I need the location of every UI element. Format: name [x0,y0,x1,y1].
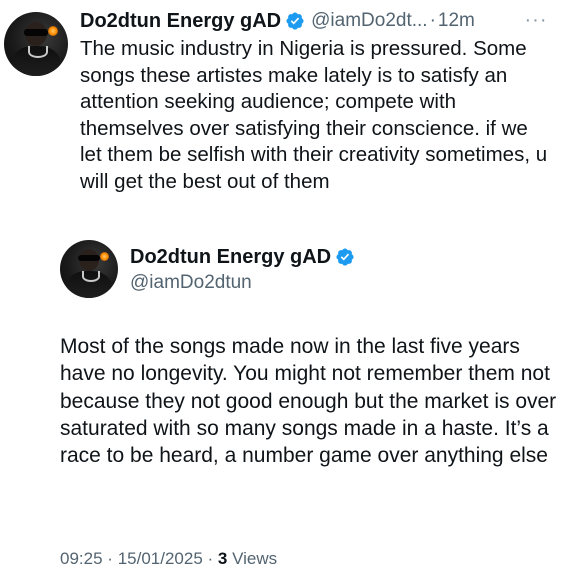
meta-separator: · [207,549,214,568]
quoted-author-handle[interactable]: @iamDo2dtun [130,272,355,294]
tweet-meta: 09:25 · 15/01/2025 · 3 Views [60,549,277,569]
author-avatar[interactable] [4,12,68,76]
header-separator: · [429,10,436,31]
quoted-verified-badge-icon [336,248,354,266]
post-time[interactable]: 09:25 [60,549,103,568]
author-handle[interactable]: @iamDo2dt... [311,10,427,32]
quoted-tweet-text: Most of the songs made now in the last f… [60,335,557,468]
views-count[interactable]: 3 [218,549,227,568]
tweet-header: Do2dtun Energy gAD @iamDo2dt... · 12m [80,6,475,36]
tweet-text: The music industry in Nigeria is pressur… [80,37,548,193]
author-name[interactable]: Do2dtun Energy gAD [80,10,281,33]
more-options-icon[interactable]: ··· [523,8,549,32]
tweet-time-ago[interactable]: 12m [438,10,475,32]
quoted-author-avatar[interactable] [60,240,118,298]
views-label: Views [232,549,278,568]
verified-badge-icon [286,12,304,30]
post-date[interactable]: 15/01/2025 [118,549,203,568]
quoted-author-name[interactable]: Do2dtun Energy gAD [130,246,331,269]
meta-separator: · [107,549,113,568]
quoted-tweet-header: Do2dtun Energy gAD @iamDo2dtun [130,244,355,294]
